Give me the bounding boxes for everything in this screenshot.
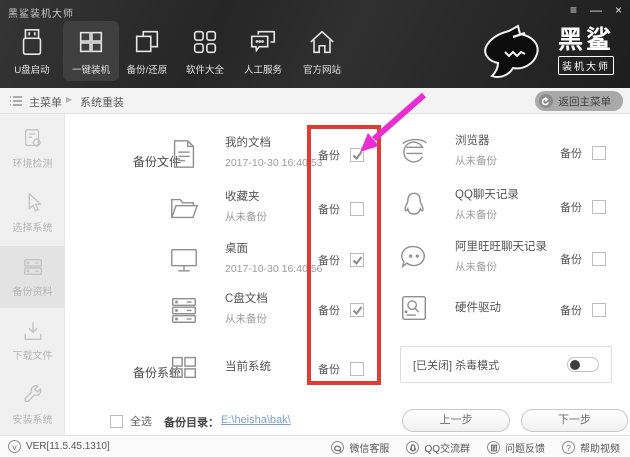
nav-software-collection[interactable]: 软件大全: [177, 21, 233, 81]
home-icon: [307, 27, 337, 57]
sidebar-item-select-system[interactable]: 选择系统: [0, 182, 65, 244]
desktop-monitor-icon: [168, 243, 200, 277]
usb-drive-icon: [17, 27, 47, 57]
nav-human-service[interactable]: 人工服务: [235, 21, 291, 81]
backup-option-browser: 备份: [560, 145, 606, 161]
nav-official-website[interactable]: 官方网站: [294, 21, 350, 81]
next-step-button[interactable]: 下一步: [521, 409, 628, 432]
backup-option-qq-chat: 备份: [560, 199, 606, 215]
breadcrumb-current: 系统重装: [80, 94, 124, 110]
qq-group-link[interactable]: QQ交流群: [406, 440, 470, 455]
backup-option-hardware: 备份: [560, 302, 606, 318]
sidebar-item-install-system[interactable]: 安装系统: [0, 374, 65, 436]
backup-checkbox[interactable]: [592, 146, 606, 160]
sidebar-item-download-files[interactable]: 下载文件: [0, 310, 65, 372]
qq-icon: [406, 441, 419, 454]
nav-label: 一键装机: [72, 62, 110, 76]
copy-pages-icon: [132, 27, 162, 57]
backup-option-c-drive-docs: 备份: [318, 302, 364, 318]
brand-logo-text: 黑鲨 装机大师: [549, 27, 623, 75]
antivirus-mode-label: [已关闭] 杀毒模式: [413, 357, 499, 373]
backup-option-wangwang: 备份: [560, 251, 606, 267]
hardware-driver-icon: [398, 291, 430, 325]
row-qq-chat: QQ聊天记录从未备份: [398, 188, 575, 223]
nav-label: 软件大全: [186, 62, 224, 76]
document-icon: [168, 137, 200, 171]
nav-one-key-install[interactable]: 一键装机: [63, 21, 119, 81]
breadcrumb-root[interactable]: 主菜单: [29, 94, 62, 110]
drive-stack-icon: [168, 293, 200, 327]
nav-backup-restore[interactable]: 备份/还原: [119, 21, 175, 81]
backup-checkbox[interactable]: [350, 253, 364, 267]
server-stack-icon: [22, 256, 44, 278]
backup-dir-label: 备份目录：: [164, 414, 219, 430]
status-bar: v VER[11.5.45.1310] 微信客服 QQ交流群 问题反馈 ? 帮助…: [0, 435, 630, 457]
row-hardware-driver: 硬件驱动: [398, 291, 575, 325]
title-bar: 黑鲨装机大师 ≡ — × U盘启动 一键装机 备份/还原: [0, 0, 630, 88]
folder-icon: [168, 191, 200, 225]
bottom-controls: 全选 备份目录： E:\heisha\bak\ 上一步 下一步: [65, 405, 630, 435]
download-icon: [22, 320, 44, 342]
chat-bubbles-icon: [248, 27, 278, 57]
nav-label: 备份/还原: [127, 62, 168, 76]
version-icon: v: [8, 440, 21, 453]
window-title: 黑鲨装机大师: [8, 5, 74, 20]
backup-checkbox[interactable]: [350, 303, 364, 317]
feedback-icon: [487, 441, 500, 454]
backup-checkbox[interactable]: [592, 252, 606, 266]
help-video-link[interactable]: ? 帮助视频: [562, 440, 620, 455]
cursor-icon: [22, 192, 44, 214]
nav-usb-boot[interactable]: U盘启动: [4, 21, 60, 81]
nav-label: 人工服务: [244, 62, 282, 76]
nav-label: U盘启动: [14, 62, 49, 76]
backup-checkbox[interactable]: [350, 148, 364, 162]
close-button[interactable]: ×: [615, 3, 622, 17]
sidebar-item-backup-data[interactable]: 备份资料: [0, 246, 65, 308]
breadcrumb-bar: 主菜单 ▶ 系统重装 返回主菜单: [0, 88, 630, 114]
minimize-button[interactable]: —: [590, 3, 602, 17]
backup-checkbox[interactable]: [350, 362, 364, 376]
return-main-menu-button[interactable]: 返回主菜单: [535, 91, 624, 111]
backup-option-favorites: 备份: [318, 201, 364, 217]
version-text: VER[11.5.45.1310]: [26, 441, 110, 452]
wechat-service-link[interactable]: 微信客服: [331, 440, 389, 455]
backup-option-my-documents: 备份: [318, 147, 364, 163]
nav-label: 官方网站: [303, 62, 341, 76]
sidebar: 环境检测 选择系统 备份资料 下载文件 安装系统: [0, 114, 65, 435]
breadcrumb-separator-icon: ▶: [66, 95, 72, 104]
return-arrow-icon: [539, 94, 553, 108]
backup-checkbox[interactable]: [350, 202, 364, 216]
toggle-knob: [570, 360, 580, 370]
select-all-label: 全选: [130, 413, 152, 429]
ie-browser-icon: [398, 135, 430, 169]
env-check-icon: [22, 128, 44, 150]
help-icon: ?: [562, 441, 575, 454]
antivirus-mode-panel: [已关闭] 杀毒模式: [400, 346, 612, 383]
wrench-icon: [22, 384, 44, 406]
backup-checkbox[interactable]: [592, 200, 606, 214]
previous-step-button[interactable]: 上一步: [402, 409, 510, 432]
antivirus-toggle[interactable]: [567, 357, 599, 372]
wechat-icon: [331, 441, 344, 454]
apps-grid-icon: [190, 27, 220, 57]
row-wangwang-chat: 阿里旺旺聊天记录从未备份: [398, 240, 575, 275]
backup-option-desktop: 备份: [318, 252, 364, 268]
feedback-link[interactable]: 问题反馈: [487, 440, 545, 455]
backup-option-current-system: 备份: [318, 361, 364, 377]
row-browser: 浏览器从未备份: [398, 134, 575, 169]
select-all-checkbox[interactable]: [110, 415, 123, 428]
qq-penguin-icon: [398, 189, 430, 223]
app-window: 黑鲨装机大师 ≡ — × U盘启动 一键装机 备份/还原: [0, 0, 630, 457]
list-icon: [9, 94, 23, 108]
menu-button[interactable]: ≡: [570, 3, 577, 17]
sidebar-item-env-check[interactable]: 环境检测: [0, 118, 65, 180]
shark-logo-icon: [479, 23, 543, 81]
window-grid-icon: [76, 27, 106, 57]
backup-checkbox[interactable]: [592, 303, 606, 317]
windows-logo-icon: [168, 350, 200, 384]
wangwang-bubble-icon: [398, 241, 430, 275]
backup-dir-link[interactable]: E:\heisha\bak\: [221, 414, 291, 426]
